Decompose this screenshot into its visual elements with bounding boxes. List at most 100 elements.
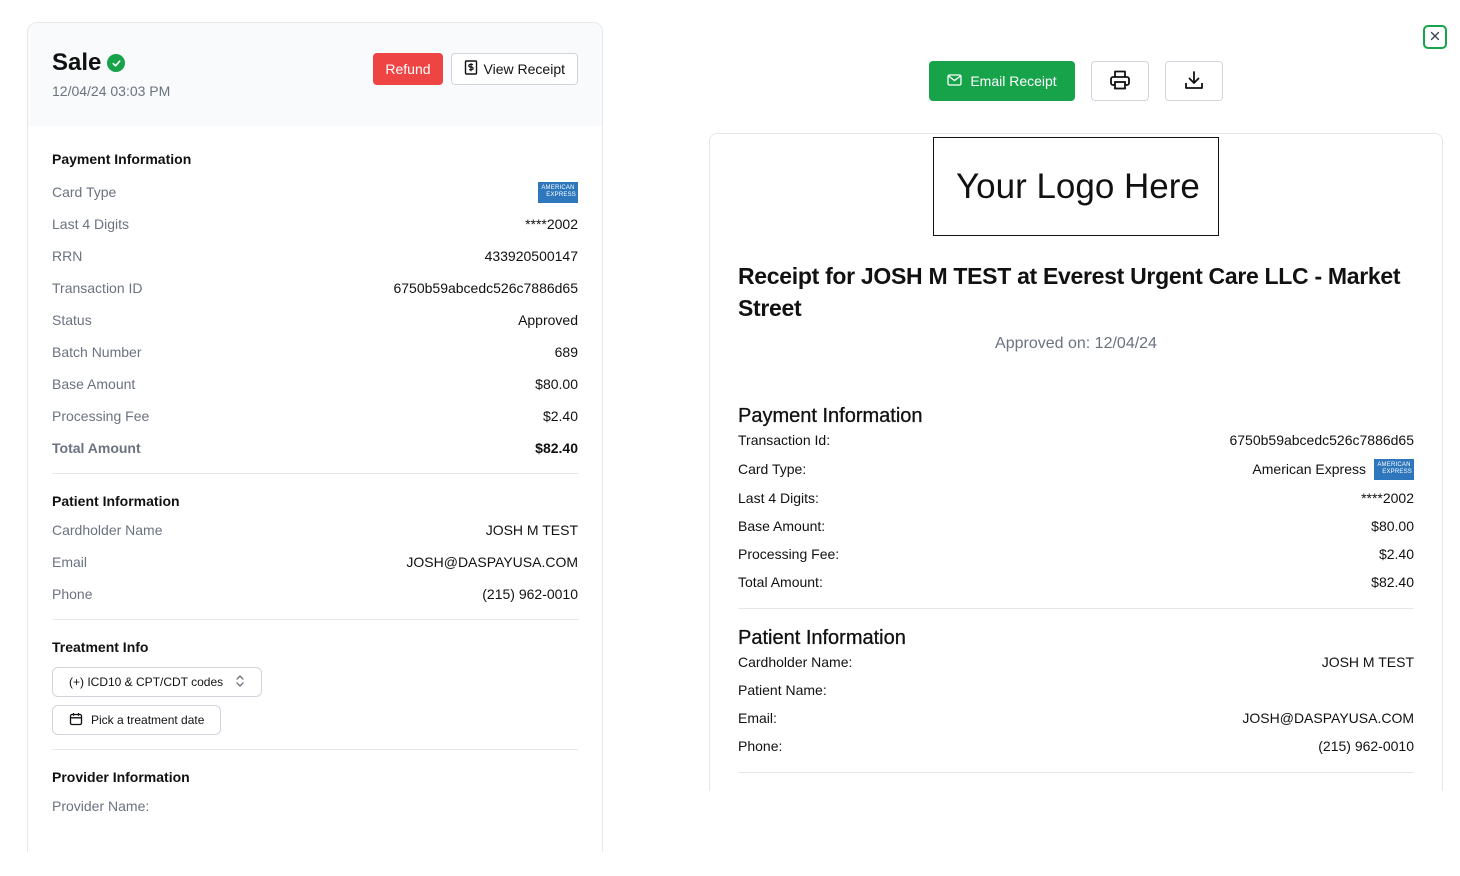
chevron-up-down-icon bbox=[235, 674, 245, 691]
detail-value: 6750b59abcedc526c7886d65 bbox=[393, 280, 578, 296]
download-icon bbox=[1183, 69, 1205, 94]
detail-label: Processing Fee bbox=[52, 408, 150, 424]
receipt-row-label: Processing Fee: bbox=[738, 546, 840, 562]
receipt-row-value: (215) 962-0010 bbox=[1318, 738, 1414, 754]
receipt-row-value: JOSH M TEST bbox=[1321, 654, 1414, 670]
receipt-row: Card Type: American Express AMERICAN EXP… bbox=[738, 454, 1414, 484]
provider-name-label: Provider Name: bbox=[52, 798, 150, 814]
approved-date: Approved on: 12/04/24 bbox=[995, 335, 1157, 352]
receipt-row: Patient Name: bbox=[738, 676, 1414, 704]
provider-info-title: Provider Information bbox=[52, 769, 190, 785]
calendar-icon bbox=[69, 712, 83, 729]
treatment-info-title: Treatment Info bbox=[52, 639, 149, 655]
transaction-date: 12/04/24 03:03 PM bbox=[52, 83, 171, 99]
detail-label: Phone bbox=[52, 586, 93, 602]
detail-label: RRN bbox=[52, 248, 83, 264]
receipt-row-label: Last 4 Digits: bbox=[738, 490, 819, 506]
printer-icon bbox=[1109, 69, 1131, 94]
email-receipt-button[interactable]: Email Receipt bbox=[929, 61, 1075, 101]
detail-label: Email bbox=[52, 554, 88, 570]
receipt-row-value: 6750b59abcedc526c7886d65 bbox=[1229, 432, 1414, 448]
receipt-row: Last 4 Digits: ****2002 bbox=[738, 484, 1414, 512]
view-receipt-label: View Receipt bbox=[483, 61, 565, 77]
transaction-header: Sale 12/04/24 03:03 PM Refund View Recei… bbox=[28, 23, 602, 126]
detail-value: JOSH M TEST bbox=[485, 522, 578, 538]
receipt-row-value: JOSH@DASPAYUSA.COM bbox=[1242, 710, 1414, 726]
receipt-row: Email: JOSH@DASPAYUSA.COM bbox=[738, 704, 1414, 732]
section-divider bbox=[52, 473, 578, 474]
refund-button[interactable]: Refund bbox=[373, 53, 443, 85]
detail-value: 433920500147 bbox=[484, 248, 578, 264]
detail-label: Base Amount bbox=[52, 376, 136, 392]
detail-value: JOSH@DASPAYUSA.COM bbox=[406, 554, 578, 570]
receipt-row: Total Amount: $82.40 bbox=[738, 568, 1414, 596]
detail-label: Cardholder Name bbox=[52, 522, 163, 538]
detail-label: Status bbox=[52, 312, 92, 328]
detail-value: Approved bbox=[518, 312, 578, 328]
mail-icon bbox=[947, 73, 962, 89]
total-amount-row: Total Amount $82.40 bbox=[52, 432, 578, 464]
payment-info-title: Payment Information bbox=[52, 151, 192, 167]
logo-placeholder: Your Logo Here bbox=[933, 137, 1219, 236]
detail-row: Phone (215) 962-0010 bbox=[52, 578, 578, 610]
detail-row: Batch Number 689 bbox=[52, 336, 578, 368]
receipt-row: Processing Fee: $2.40 bbox=[738, 540, 1414, 568]
receipt-payment-title: Payment Information bbox=[738, 405, 923, 427]
detail-row: Email JOSH@DASPAYUSA.COM bbox=[52, 546, 578, 578]
download-button[interactable] bbox=[1165, 61, 1223, 101]
total-amount-value: $82.40 bbox=[535, 440, 578, 456]
amex-card-logo: AMERICAN EXPRESS bbox=[1374, 458, 1414, 480]
amex-card-logo: AMERICAN EXPRESS bbox=[538, 181, 578, 203]
receipt-title: Receipt for JOSH M TEST at Everest Urgen… bbox=[738, 263, 1401, 321]
detail-row: Status Approved bbox=[52, 304, 578, 336]
receipt-row: Cardholder Name: JOSH M TEST bbox=[738, 648, 1414, 676]
detail-row: Last 4 Digits ****2002 bbox=[52, 208, 578, 240]
detail-label: Transaction ID bbox=[52, 280, 143, 296]
detail-value: 689 bbox=[554, 344, 578, 360]
receipt-patient-title: Patient Information bbox=[738, 627, 906, 649]
receipt-row-value: $82.40 bbox=[1371, 574, 1414, 590]
close-icon bbox=[1429, 30, 1441, 45]
receipt-row-label: Phone: bbox=[738, 738, 783, 754]
close-button[interactable] bbox=[1423, 25, 1447, 49]
receipt-row-value: $80.00 bbox=[1371, 518, 1414, 534]
section-divider bbox=[52, 619, 578, 620]
detail-row: Transaction ID 6750b59abcedc526c7886d65 bbox=[52, 272, 578, 304]
detail-value: $80.00 bbox=[535, 376, 578, 392]
detail-row: RRN 433920500147 bbox=[52, 240, 578, 272]
receipt-row-value: American Express bbox=[1252, 461, 1366, 477]
receipt-row-label: Cardholder Name: bbox=[738, 654, 853, 670]
card-type-label: Card Type bbox=[52, 184, 117, 200]
detail-row: Provider Name: bbox=[52, 790, 578, 822]
receipt-row-label: Total Amount: bbox=[738, 574, 823, 590]
sale-title-text: Sale bbox=[52, 49, 102, 76]
check-circle-icon bbox=[107, 54, 126, 72]
detail-row: Processing Fee $2.40 bbox=[52, 400, 578, 432]
email-receipt-label: Email Receipt bbox=[970, 73, 1057, 89]
treatment-date-button[interactable]: Pick a treatment date bbox=[52, 705, 222, 735]
print-button[interactable] bbox=[1091, 61, 1149, 101]
receipt-row-label: Base Amount: bbox=[738, 518, 826, 534]
detail-row: Cardholder Name JOSH M TEST bbox=[52, 514, 578, 546]
treatment-date-label: Pick a treatment date bbox=[91, 713, 205, 727]
receipt-row-label: Email: bbox=[738, 710, 777, 726]
detail-value: $2.40 bbox=[542, 408, 578, 424]
receipt-row-label: Patient Name: bbox=[738, 682, 827, 698]
receipt-divider bbox=[738, 772, 1414, 773]
view-receipt-button[interactable]: View Receipt bbox=[450, 53, 578, 85]
detail-label: Batch Number bbox=[52, 344, 142, 360]
total-amount-label: Total Amount bbox=[52, 440, 141, 456]
receipt-row: Base Amount: $80.00 bbox=[738, 512, 1414, 540]
codes-select-button[interactable]: (+) ICD10 & CPT/CDT codes bbox=[52, 667, 263, 697]
codes-select-label: (+) ICD10 & CPT/CDT codes bbox=[69, 675, 224, 689]
receipt-dollar-icon bbox=[464, 60, 478, 78]
section-divider bbox=[52, 749, 578, 750]
detail-label: Last 4 Digits bbox=[52, 216, 130, 232]
receipt-row-label: Card Type: bbox=[738, 461, 807, 477]
receipt-divider bbox=[738, 608, 1414, 609]
detail-value: (215) 962-0010 bbox=[482, 586, 578, 602]
receipt-row-value: ****2002 bbox=[1361, 490, 1414, 506]
receipt-row-label: Transaction Id: bbox=[738, 432, 831, 448]
detail-row: Base Amount $80.00 bbox=[52, 368, 578, 400]
receipt-row: Phone: (215) 962-0010 bbox=[738, 732, 1414, 760]
